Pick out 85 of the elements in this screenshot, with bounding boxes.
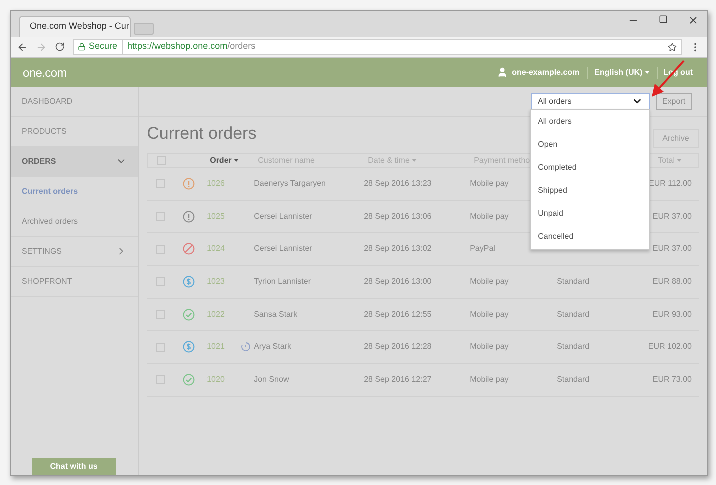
row-checkbox[interactable] (156, 310, 166, 320)
dropdown-option[interactable]: Shipped (531, 179, 650, 202)
forward-icon[interactable] (36, 42, 47, 52)
table-cell: EUR 93.00 (652, 310, 692, 319)
row-checkbox[interactable] (156, 244, 166, 254)
address-field[interactable]: Secure https://webshop.one.com/orders (73, 39, 682, 55)
order-number[interactable]: 1022 (207, 308, 242, 321)
dropdown-option[interactable]: Open (531, 133, 650, 156)
sidebar-item[interactable]: SHOPFRONT (11, 267, 138, 297)
logo[interactable]: one.com (23, 64, 67, 82)
sidebar-item[interactable]: SETTINGS (11, 237, 138, 267)
dropdown-option[interactable]: Unpaid (531, 202, 650, 225)
back-icon[interactable] (17, 42, 28, 52)
reload-icon[interactable] (55, 42, 65, 52)
new-tab-button[interactable] (134, 23, 154, 35)
chat-button[interactable]: Chat with us (32, 458, 116, 475)
sort-caret-icon (412, 158, 417, 162)
url-text: https://webshop.one.com/orders (126, 40, 256, 54)
sidebar-subitem[interactable]: Current orders (11, 177, 138, 207)
language-menu[interactable]: English (UK) (588, 66, 658, 78)
table-cell: 28 Sep 2016 12:28 (364, 342, 432, 352)
table-cell: Standard (557, 342, 590, 352)
dropdown-option[interactable]: All orders (531, 110, 650, 133)
order-number[interactable]: 1025 (207, 210, 242, 223)
table-cell: Mobile pay (470, 178, 509, 188)
column-header[interactable]: Order (210, 156, 239, 164)
sidebar-item[interactable]: ORDERS (11, 147, 138, 177)
table-cell: EUR 37.00 (652, 212, 692, 221)
table-cell: 28 Sep 2016 13:23 (364, 178, 432, 188)
lock-icon (78, 43, 86, 51)
order-number[interactable]: 1026 (207, 178, 242, 190)
order-number[interactable]: 1023 (207, 276, 242, 288)
close-icon[interactable] (688, 15, 699, 26)
row-checkbox[interactable] (156, 179, 166, 188)
dropdown-option[interactable]: Completed (531, 156, 650, 179)
table-cell: Arya Stark (254, 342, 292, 352)
table-cell: Daenerys Targaryen (254, 178, 326, 188)
bookmark-icon[interactable] (668, 42, 677, 52)
order-number[interactable]: 1020 (207, 374, 242, 386)
export-button[interactable]: Export (656, 93, 692, 110)
table-cell: Mobile pay (470, 310, 509, 319)
caret-icon (644, 70, 650, 74)
filter-dropdown[interactable]: All orders (531, 93, 650, 110)
table-cell: Jon Snow (254, 374, 290, 384)
table-cell: EUR 37.00 (652, 244, 692, 254)
row-checkbox[interactable] (156, 342, 166, 352)
table-cell: Mobile pay (470, 276, 509, 286)
table-cell: Tyrion Lannister (254, 276, 312, 286)
row-checkbox[interactable] (156, 277, 166, 286)
table-cell: PayPal (470, 244, 496, 254)
user-icon (497, 67, 508, 78)
order-number[interactable]: 1024 (207, 243, 242, 256)
table-cell: Standard (557, 374, 590, 384)
archive-button[interactable]: Archive (653, 129, 699, 148)
dropdown-option[interactable]: Cancelled (531, 225, 650, 248)
row-checkbox[interactable] (156, 375, 166, 384)
table-cell: EUR 88.00 (652, 276, 692, 286)
table-cell: 28 Sep 2016 13:06 (364, 212, 432, 221)
row-checkbox[interactable] (156, 212, 166, 222)
secure-label: Secure (89, 40, 123, 54)
table-cell: Sansa Stark (254, 310, 298, 319)
table-cell: Cersei Lannister (254, 212, 312, 221)
table-cell: 28 Sep 2016 12:27 (364, 374, 432, 384)
table-cell: 28 Sep 2016 12:55 (364, 310, 432, 319)
sidebar-item[interactable]: DASHBOARD (11, 87, 138, 117)
sort-caret-icon (234, 158, 239, 162)
table-cell: EUR 102.00 (648, 342, 692, 352)
tab-title: One.com Webshop - Cur (30, 20, 130, 34)
table-cell: Standard (557, 276, 590, 286)
table-cell: Mobile pay (470, 342, 509, 352)
sidebar-subitem[interactable]: Archived orders (11, 207, 138, 237)
sort-caret-icon (677, 158, 682, 162)
table-cell: Mobile pay (470, 374, 509, 384)
browser-tab[interactable]: One.com Webshop - Cur (19, 16, 131, 37)
maximize-icon[interactable] (659, 15, 668, 24)
table-cell: EUR 73.00 (652, 374, 692, 384)
table-cell: 28 Sep 2016 13:02 (364, 244, 432, 254)
table-cell: Cersei Lannister (254, 244, 312, 254)
order-number[interactable]: 1021 (207, 341, 242, 354)
table-cell: Standard (557, 310, 590, 319)
table-cell: Mobile pay (470, 212, 509, 221)
table-cell: 28 Sep 2016 13:00 (364, 276, 432, 286)
account-link[interactable]: one-example.com (512, 66, 588, 78)
page-title: Current orders (147, 123, 257, 145)
select-all-checkbox[interactable] (157, 156, 166, 165)
